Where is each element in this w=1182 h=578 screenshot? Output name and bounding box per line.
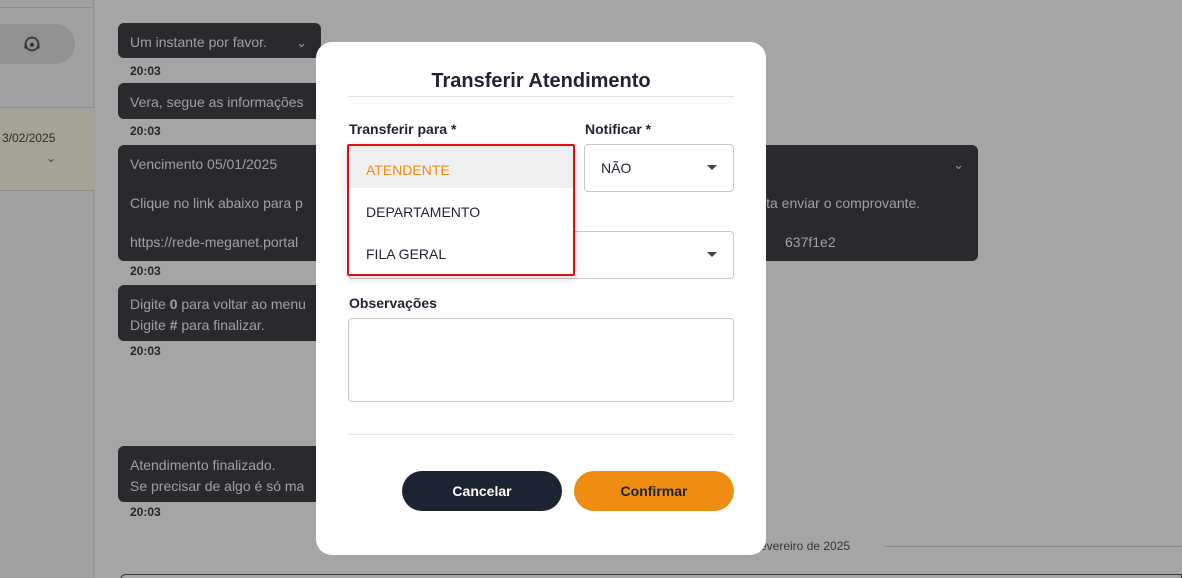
- confirm-button[interactable]: Confirmar: [574, 471, 734, 511]
- modal-title: Transferir Atendimento: [431, 70, 651, 92]
- cancel-button[interactable]: Cancelar: [402, 471, 562, 511]
- observations-label: Observações: [349, 295, 437, 311]
- dropdown-option-departamento[interactable]: DEPARTAMENTO: [349, 188, 573, 230]
- transfer-to-dropdown: ATENDENTE DEPARTAMENTO FILA GERAL: [347, 144, 575, 276]
- notify-select-value: NÃO: [601, 160, 632, 176]
- notify-label: Notificar *: [585, 121, 652, 137]
- observations-textarea[interactable]: [348, 318, 734, 402]
- caret-down-icon: [707, 165, 717, 170]
- notify-select[interactable]: NÃO: [584, 144, 734, 192]
- transfer-to-label: Transferir para *: [349, 121, 457, 137]
- divider: [348, 96, 734, 97]
- transfer-modal: Transferir Atendimento Transferir para *…: [316, 42, 766, 555]
- caret-down-icon: [707, 252, 717, 257]
- dropdown-option-fila-geral[interactable]: FILA GERAL: [349, 230, 573, 272]
- divider: [348, 434, 734, 435]
- dropdown-option-atendente[interactable]: ATENDENTE: [349, 146, 573, 188]
